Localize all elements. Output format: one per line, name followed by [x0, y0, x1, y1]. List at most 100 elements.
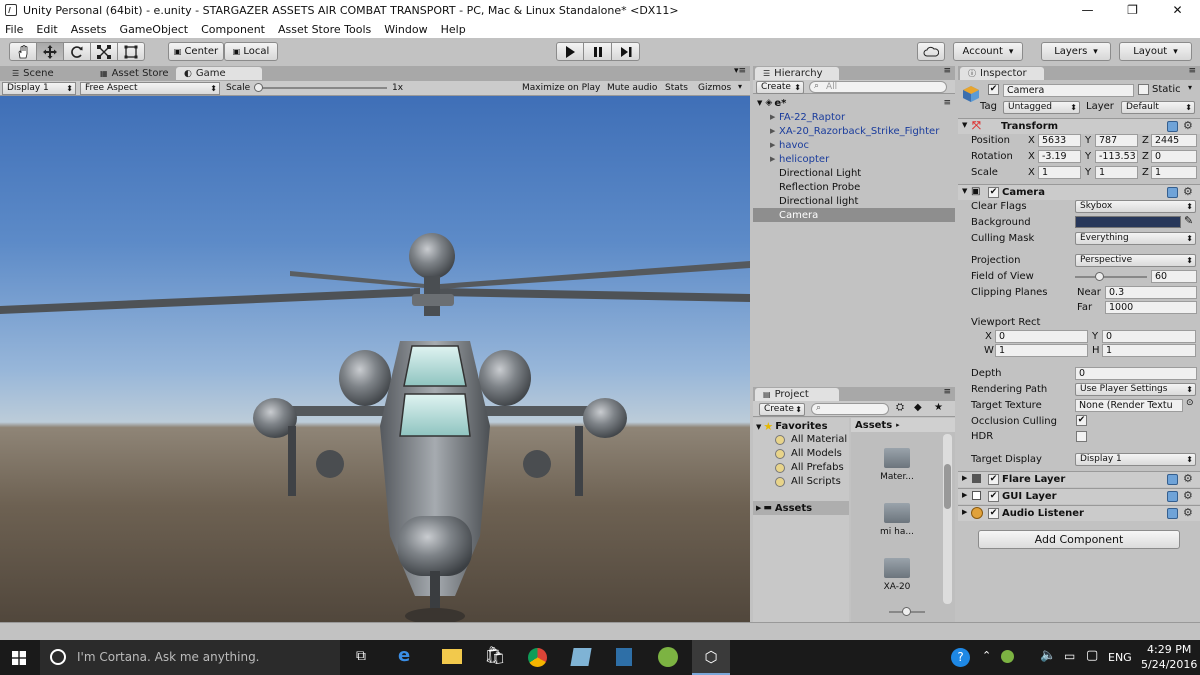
favorite-item[interactable]: All Models: [775, 448, 842, 459]
clear-flags-dropdown[interactable]: Skybox: [1075, 200, 1196, 213]
hierarchy-create-button[interactable]: Create: [756, 81, 804, 94]
gear-icon[interactable]: ⚙: [1183, 185, 1193, 198]
hierarchy-menu-icon[interactable]: ≡: [943, 66, 951, 76]
static-dropdown-arrow[interactable]: ▾: [1188, 83, 1192, 92]
pivot-local-button[interactable]: ▣ Local: [224, 42, 278, 61]
move-tool-button[interactable]: [36, 42, 64, 61]
active-checkbox[interactable]: ✔: [988, 84, 999, 95]
hdr-checkbox[interactable]: [1076, 431, 1087, 442]
culling-mask-dropdown[interactable]: Everything: [1075, 232, 1196, 245]
gui-layer-checkbox[interactable]: ✔: [988, 491, 999, 502]
project-search-input[interactable]: ⌕: [811, 403, 889, 415]
stats-toggle[interactable]: Stats: [665, 83, 688, 93]
rotation-y-field[interactable]: -113.53: [1095, 150, 1138, 163]
menu-edit[interactable]: Edit: [36, 23, 57, 36]
target-display-dropdown[interactable]: Display 1: [1075, 453, 1196, 466]
scale-slider-track[interactable]: [255, 87, 387, 89]
edge-icon[interactable]: e: [398, 645, 410, 666]
favorite-item[interactable]: All Prefabs: [775, 462, 844, 473]
assets-tree-row[interactable]: ▶ ▬ Assets: [753, 501, 849, 515]
tab-game[interactable]: ◐ Game: [176, 67, 262, 80]
filter-label-icon[interactable]: ◆: [914, 402, 922, 413]
viewport-w-field[interactable]: 1: [995, 344, 1088, 357]
chrome-icon[interactable]: [528, 648, 547, 667]
help-circle-icon[interactable]: ?: [951, 648, 970, 667]
menu-window[interactable]: Window: [384, 23, 427, 36]
pivot-center-button[interactable]: ▣ Center: [168, 42, 224, 61]
expand-arrow-icon[interactable]: ▶: [770, 155, 778, 163]
rendering-path-dropdown[interactable]: Use Player Settings: [1075, 383, 1196, 396]
tag-dropdown[interactable]: Untagged: [1003, 101, 1080, 114]
hierarchy-item[interactable]: Directional light: [753, 194, 955, 208]
scale-tool-button[interactable]: [90, 42, 118, 61]
viewport-h-field[interactable]: 1: [1102, 344, 1196, 357]
favorite-item[interactable]: All Scripts: [775, 476, 841, 487]
hierarchy-scene-row[interactable]: ▼ ◈ e* ≡: [753, 96, 955, 110]
project-create-button[interactable]: Create: [759, 403, 805, 416]
scale-y-field[interactable]: 1: [1095, 166, 1138, 179]
target-texture-field[interactable]: None (Render Textu: [1075, 399, 1183, 412]
camera-enabled-checkbox[interactable]: ✔: [988, 187, 999, 198]
project-scrollbar-thumb[interactable]: [944, 464, 951, 509]
help-icon[interactable]: [1167, 491, 1178, 502]
position-y-field[interactable]: 787: [1095, 134, 1138, 147]
audio-listener-header[interactable]: ▶ ✔ Audio Listener ⚙: [958, 505, 1200, 521]
assets-breadcrumb[interactable]: Assets ▸: [851, 418, 955, 432]
expand-arrow-icon[interactable]: ▶: [770, 127, 778, 135]
tab-scene[interactable]: ☰ Scene: [4, 67, 62, 80]
asset-folder[interactable]: mi ha...: [871, 503, 923, 537]
panel-menu-icon[interactable]: ▾≡: [734, 66, 746, 76]
gui-layer-header[interactable]: ▶ ✔ GUI Layer ⚙: [958, 488, 1200, 504]
scale-z-field[interactable]: 1: [1151, 166, 1197, 179]
eyedropper-icon[interactable]: ✎: [1184, 214, 1193, 227]
position-z-field[interactable]: 2445: [1151, 134, 1197, 147]
file-explorer-icon[interactable]: [442, 649, 462, 664]
speaker-icon[interactable]: 🔈: [1040, 648, 1056, 663]
tab-inspector[interactable]: ⓘ Inspector: [960, 67, 1044, 80]
game-viewport[interactable]: [0, 96, 750, 622]
cortana-search-box[interactable]: I'm Cortana. Ask me anything.: [40, 640, 340, 675]
hierarchy-item[interactable]: ▶ XA-20_Razorback_Strike_Fighter: [753, 124, 955, 138]
minimize-button[interactable]: —: [1065, 0, 1110, 20]
gizmos-dropdown[interactable]: Gizmos: [698, 83, 731, 93]
windows-start-icon[interactable]: [12, 651, 26, 665]
scene-menu-icon[interactable]: ≡: [943, 98, 951, 108]
fov-slider-track[interactable]: [1075, 276, 1147, 278]
app-icon[interactable]: [570, 648, 592, 666]
hierarchy-item[interactable]: ▶ havoc: [753, 138, 955, 152]
help-icon[interactable]: [1167, 121, 1178, 132]
tab-project[interactable]: ▤ Project: [755, 388, 839, 401]
rotate-tool-button[interactable]: [63, 42, 91, 61]
flare-layer-checkbox[interactable]: ✔: [988, 474, 999, 485]
account-dropdown[interactable]: Account: [953, 42, 1023, 61]
layout-dropdown[interactable]: Layout: [1119, 42, 1192, 61]
scale-x-field[interactable]: 1: [1038, 166, 1081, 179]
maximize-button[interactable]: ❐: [1110, 0, 1155, 20]
message-icon[interactable]: ▢: [1086, 648, 1098, 663]
tray-app-icon[interactable]: [1001, 650, 1014, 663]
hand-tool-button[interactable]: [9, 42, 37, 61]
scale-slider-thumb[interactable]: [254, 83, 263, 92]
menu-component[interactable]: Component: [201, 23, 265, 36]
store-icon[interactable]: 🛍: [484, 646, 506, 666]
hierarchy-search-input[interactable]: ⌕ All: [809, 81, 947, 93]
flare-layer-header[interactable]: ▶ ✔ Flare Layer ⚙: [958, 471, 1200, 487]
transform-header[interactable]: ▼ ⤧ Transform ⚙: [958, 118, 1200, 134]
background-color-swatch[interactable]: [1075, 216, 1181, 228]
unity-taskbar-icon[interactable]: ⬡: [692, 640, 730, 675]
hierarchy-item[interactable]: ▶ FA-22_Raptor: [753, 110, 955, 124]
object-name-input[interactable]: Camera: [1003, 84, 1134, 97]
clock-time[interactable]: 4:29 PM: [1147, 643, 1191, 656]
close-button[interactable]: ✕: [1155, 0, 1200, 20]
menu-help[interactable]: Help: [441, 23, 466, 36]
help-icon[interactable]: [1167, 187, 1178, 198]
camera-header[interactable]: ▼ ▣ ✔ Camera ⚙: [958, 184, 1200, 200]
hierarchy-item[interactable]: Camera: [753, 208, 955, 222]
audio-listener-checkbox[interactable]: ✔: [988, 508, 999, 519]
viewport-y-field[interactable]: 0: [1102, 330, 1196, 343]
hierarchy-item[interactable]: Reflection Probe: [753, 180, 955, 194]
fov-slider-thumb[interactable]: [1094, 272, 1104, 281]
utorrent-icon[interactable]: [658, 647, 678, 667]
hierarchy-item[interactable]: ▶ helicopter: [753, 152, 955, 166]
object-picker-icon[interactable]: ⊙: [1186, 398, 1194, 408]
